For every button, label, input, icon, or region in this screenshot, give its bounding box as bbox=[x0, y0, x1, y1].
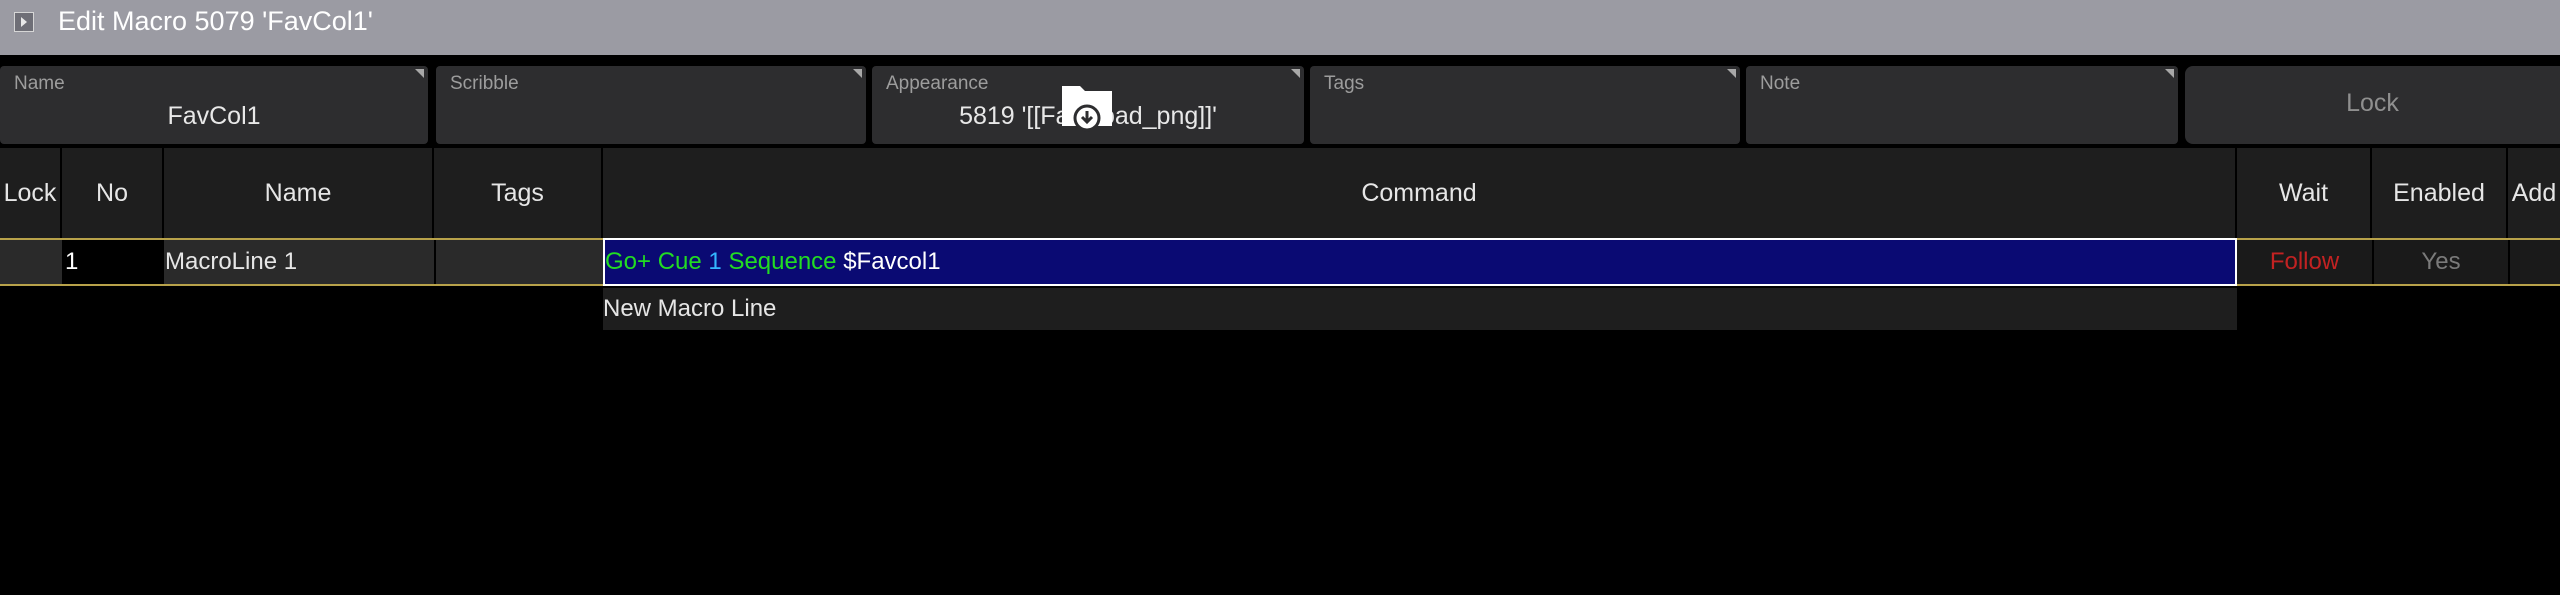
column-header-wait[interactable]: Wait bbox=[2237, 148, 2372, 238]
name-field[interactable]: Name FavCol1 bbox=[0, 66, 428, 144]
cell-name[interactable]: MacroLine 1 bbox=[164, 240, 434, 284]
column-header-enabled[interactable]: Enabled bbox=[2372, 148, 2508, 238]
note-field[interactable]: Note bbox=[1746, 66, 2178, 144]
corner-marker-icon bbox=[2165, 69, 2174, 78]
column-header-add[interactable]: Add bbox=[2508, 148, 2560, 238]
name-field-label: Name bbox=[14, 73, 65, 94]
cell-add[interactable] bbox=[2508, 240, 2560, 284]
folder-download-icon bbox=[1062, 86, 1112, 132]
corner-marker-icon bbox=[415, 69, 424, 78]
table-header: Lock No Name Tags Command Wait Enabled A… bbox=[0, 148, 2560, 238]
scribble-field[interactable]: Scribble bbox=[436, 66, 866, 144]
new-macro-line[interactable]: New Macro Line bbox=[603, 288, 2237, 330]
column-header-lock[interactable]: Lock bbox=[0, 148, 62, 238]
name-field-value: FavCol1 bbox=[167, 102, 261, 130]
title-bar: Edit Macro 5079 'FavCol1' bbox=[0, 0, 2560, 55]
note-field-label: Note bbox=[1760, 73, 1801, 94]
play-icon[interactable] bbox=[14, 12, 34, 32]
corner-marker-icon bbox=[1727, 69, 1736, 78]
cell-enabled[interactable]: Yes bbox=[2372, 240, 2508, 284]
window-title: Edit Macro 5079 'FavCol1' bbox=[58, 6, 373, 36]
cell-wait[interactable]: Follow bbox=[2237, 240, 2372, 284]
command-number: 1 bbox=[708, 248, 722, 275]
command-keyword: Go+ Cue bbox=[605, 248, 702, 275]
corner-marker-icon bbox=[1291, 69, 1300, 78]
column-header-command[interactable]: Command bbox=[603, 148, 2237, 238]
lock-button[interactable]: Lock bbox=[2185, 66, 2560, 144]
tags-field-label: Tags bbox=[1324, 73, 1365, 94]
tags-field[interactable]: Tags bbox=[1310, 66, 1740, 144]
column-header-tags[interactable]: Tags bbox=[434, 148, 603, 238]
command-object: Sequence bbox=[728, 248, 837, 275]
cell-tags[interactable] bbox=[434, 240, 603, 284]
column-header-no[interactable]: No bbox=[62, 148, 164, 238]
command-input[interactable]: Go+ Cue 1 Sequence $Favcol1 bbox=[603, 238, 2237, 286]
command-variable: $Favcol1 bbox=[843, 248, 941, 275]
appearance-field-label: Appearance bbox=[886, 73, 989, 94]
corner-marker-icon bbox=[853, 69, 862, 78]
scribble-field-label: Scribble bbox=[450, 73, 519, 94]
cell-lock[interactable] bbox=[0, 240, 62, 284]
column-header-name[interactable]: Name bbox=[164, 148, 434, 238]
cell-no[interactable]: 1 bbox=[62, 240, 164, 284]
lock-button-label: Lock bbox=[2346, 89, 2399, 117]
